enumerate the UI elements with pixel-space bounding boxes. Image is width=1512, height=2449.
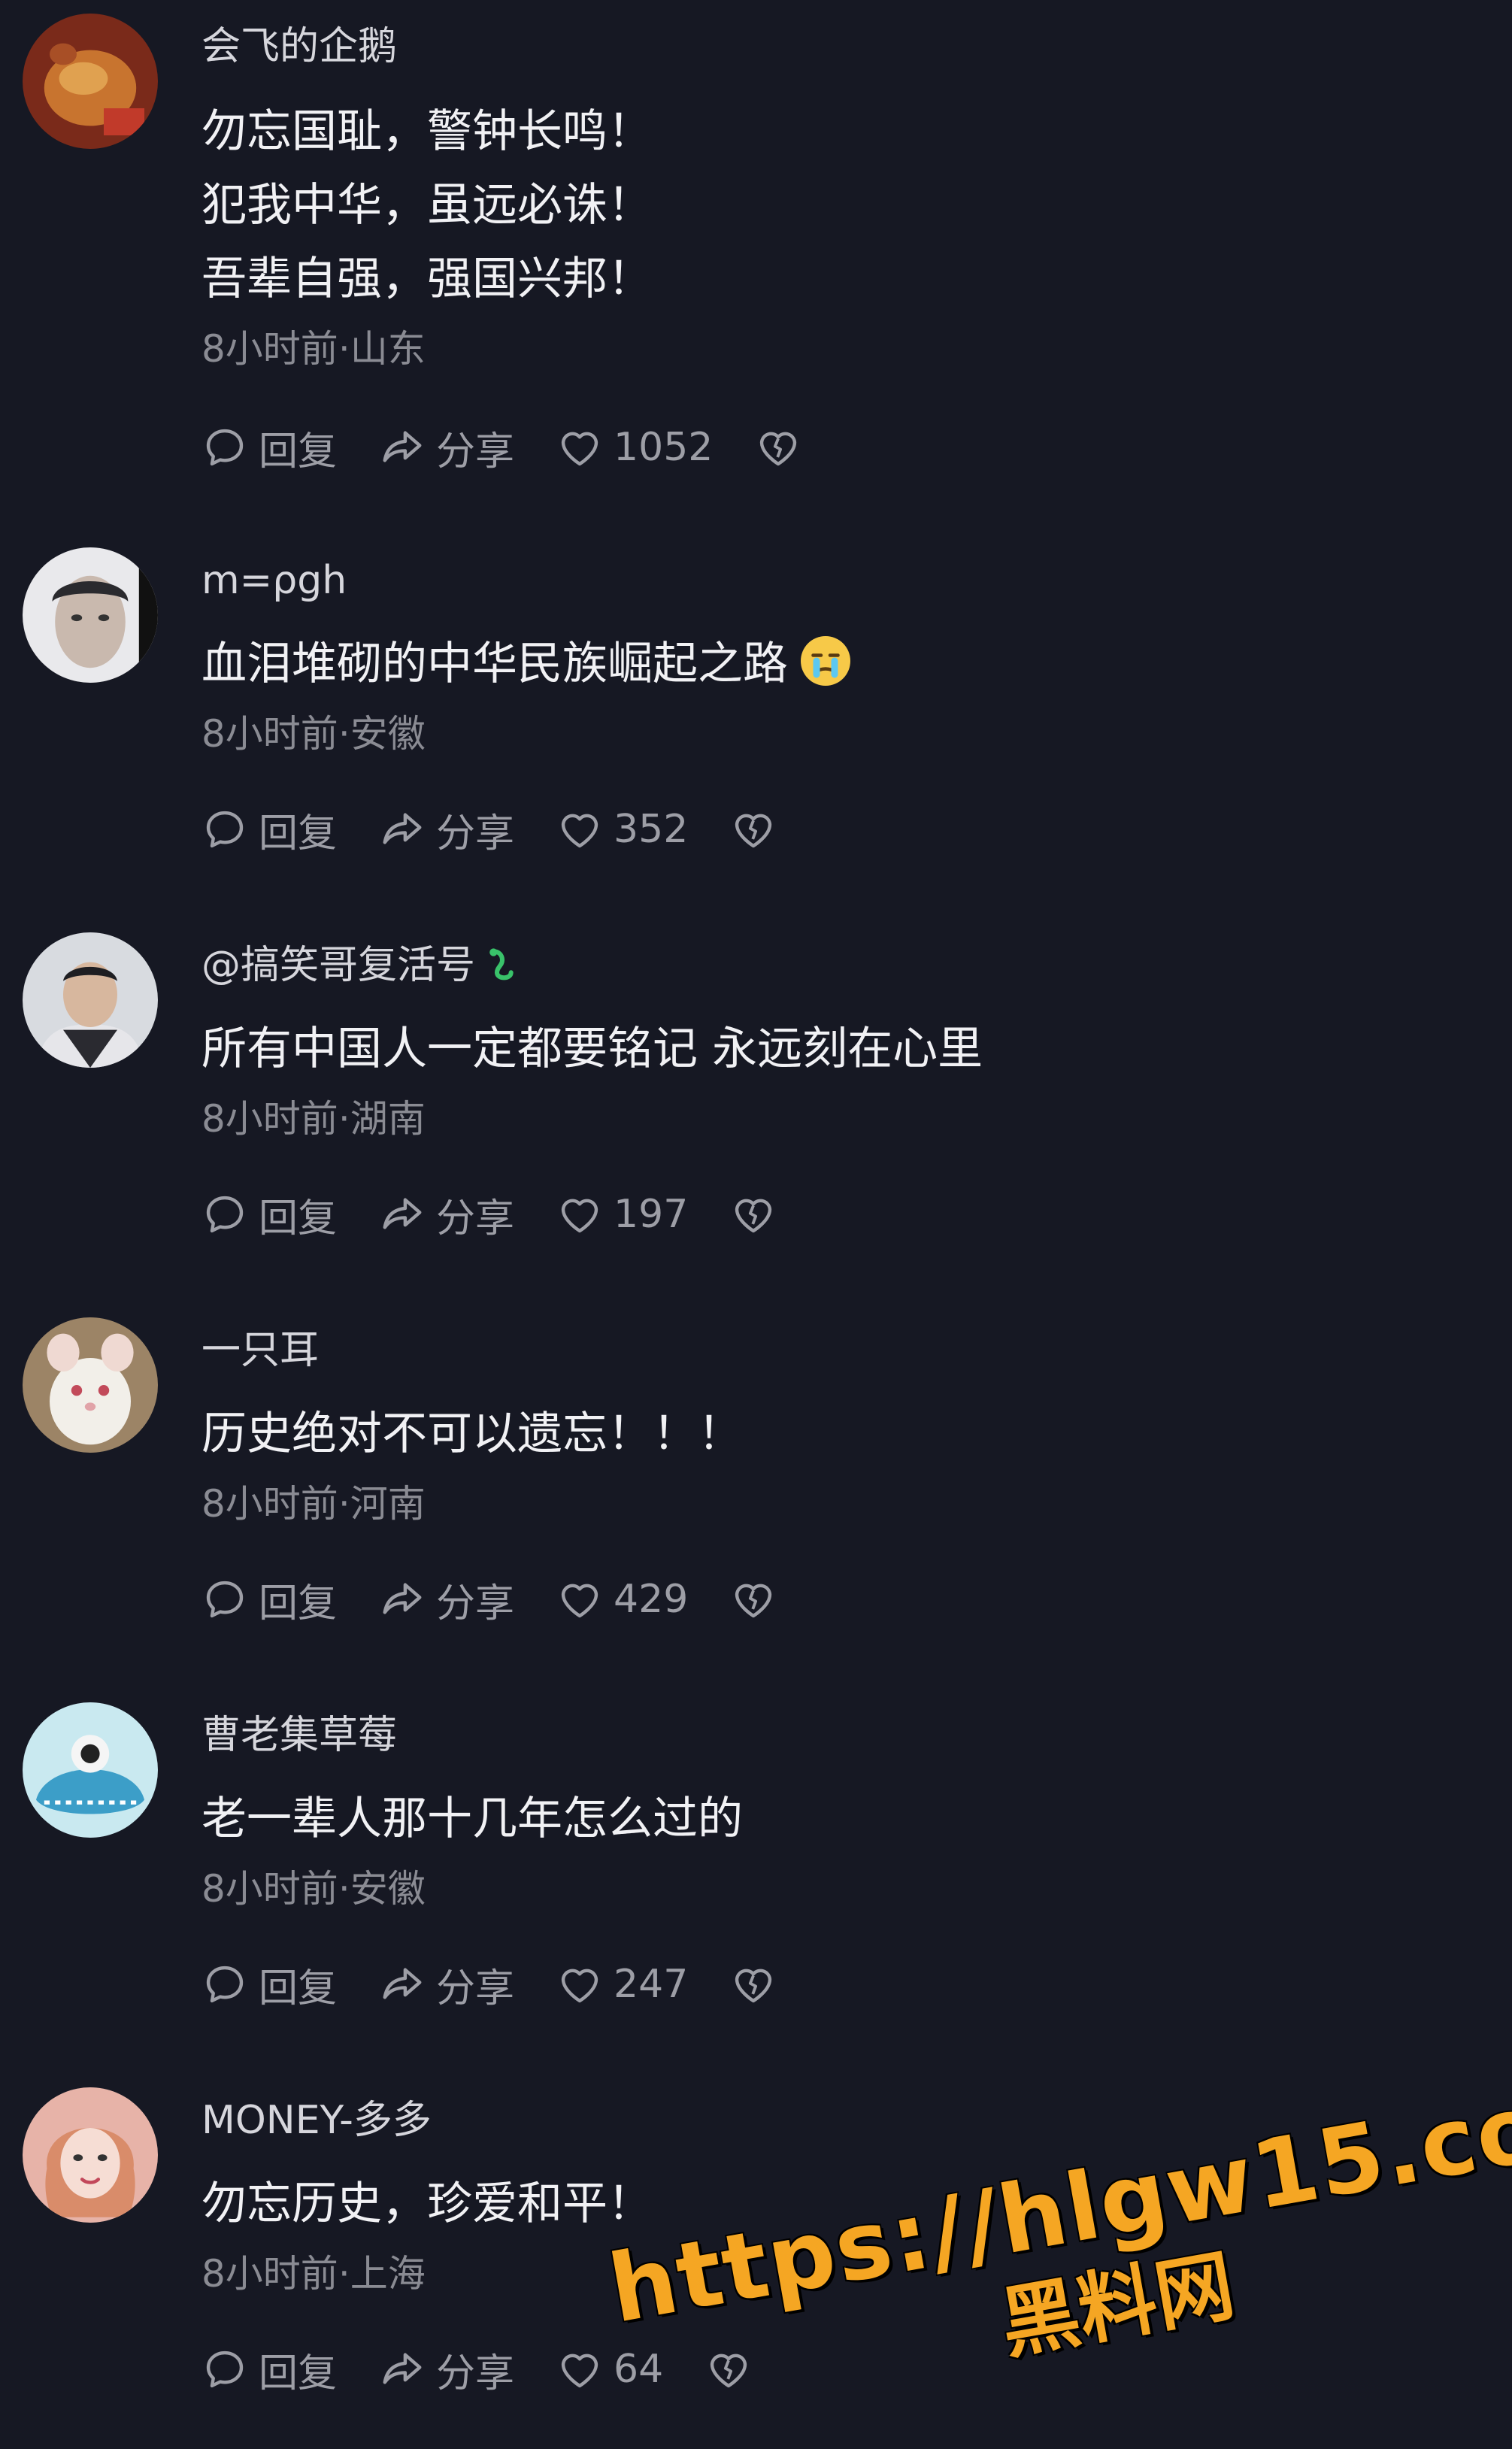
heart-icon [561, 2354, 598, 2388]
comment-username[interactable]: 会飞的企鹅 [201, 14, 1480, 80]
comment-meta: 8小时前·山东 [201, 327, 426, 371]
broken-heart-icon [735, 1199, 772, 1233]
reply-button[interactable]: 回复 [201, 1956, 337, 2013]
share-arrow-icon [383, 2353, 422, 2384]
avatar[interactable] [23, 932, 158, 1068]
comment-text-line: 勿忘国耻，警钟长鸣！ [201, 105, 653, 158]
share-button[interactable]: 分享 [379, 420, 514, 476]
heart-icon [561, 814, 598, 848]
share-button[interactable]: 分享 [379, 2341, 514, 2398]
comment-actions: 回复 分享 247 [201, 1950, 819, 2018]
like-count: 197 [614, 1192, 689, 1237]
comment-username[interactable]: 一只耳 [201, 1317, 1480, 1384]
avatar[interactable] [23, 1702, 158, 1838]
chinchilla-avatar-icon [23, 1317, 158, 1453]
like-count: 352 [614, 807, 689, 852]
broken-heart-icon [735, 1969, 772, 2003]
reply-bubble-icon [206, 429, 244, 466]
share-button[interactable]: 分享 [379, 1572, 514, 1628]
comment-actions: 回复 分享 1052 [201, 414, 844, 481]
comment-username[interactable]: 曹老集草莓 [201, 1702, 1480, 1769]
reply-bubble-icon [206, 2350, 244, 2388]
share-button[interactable]: 分享 [379, 1187, 514, 1243]
reply-button[interactable]: 回复 [201, 1187, 337, 1243]
share-arrow-icon [383, 431, 422, 462]
like-button[interactable]: 247 [556, 1961, 688, 2008]
comment-meta: 8小时前·河南 [201, 1482, 426, 1526]
like-button[interactable]: 1052 [556, 424, 713, 471]
avatar[interactable] [23, 2087, 158, 2223]
alien-ufo-avatar-icon [23, 1702, 158, 1838]
comment-text-line: 历史绝对不可以遗忘！！！ [201, 1408, 743, 1460]
like-button[interactable]: 64 [556, 2346, 663, 2393]
share-button[interactable]: 分享 [379, 802, 514, 858]
reply-bubble-icon [206, 1966, 244, 2003]
heart-icon [561, 1199, 598, 1233]
comment-meta: 8小时前·安徽 [201, 712, 426, 756]
comment-text-line: 吾辈自强，强国兴邦！ [201, 253, 653, 305]
like-count: 64 [614, 2347, 664, 2392]
dislike-button[interactable] [730, 806, 777, 853]
reply-button[interactable]: 回复 [201, 2341, 337, 2398]
comment-username[interactable]: m=ρgh [201, 547, 1480, 614]
share-arrow-icon [383, 1968, 422, 1999]
dislike-button[interactable] [730, 1961, 777, 2008]
heart-icon [561, 1969, 598, 2003]
broken-heart-icon [735, 814, 772, 848]
dislike-button[interactable] [755, 424, 801, 471]
reply-bubble-icon [206, 1196, 244, 1233]
heart-icon [561, 432, 598, 466]
person-avatar-icon [23, 932, 158, 1068]
avatar[interactable] [23, 1317, 158, 1453]
comment-username[interactable]: @搞笑哥复活号 [201, 932, 1480, 999]
like-button[interactable]: 197 [556, 1191, 688, 1238]
dislike-button[interactable] [730, 1576, 777, 1623]
dislike-button[interactable] [705, 2346, 752, 2393]
like-count: 247 [614, 1962, 689, 2007]
share-arrow-icon [383, 1198, 422, 1229]
avatar[interactable] [23, 14, 158, 149]
reply-button[interactable]: 回复 [201, 802, 337, 858]
broken-heart-icon [711, 2354, 747, 2388]
comment-text-line: 血泪堆砌的中华民族崛起之路 [201, 627, 1480, 701]
reply-bubble-icon [206, 811, 244, 848]
like-count: 1052 [614, 425, 714, 470]
comment-meta: 8小时前·上海 [201, 2252, 426, 2296]
like-button[interactable]: 429 [556, 1576, 688, 1623]
like-count: 429 [614, 1577, 689, 1622]
comment-text-line: 犯我中华，虽远必诛！ [201, 179, 653, 232]
share-button[interactable]: 分享 [379, 1956, 514, 2013]
comment-actions: 回复 分享 197 [201, 1181, 819, 1248]
comment-actions: 回复 分享 352 [201, 796, 819, 863]
share-arrow-icon [383, 1583, 422, 1614]
reply-bubble-icon [206, 1581, 244, 1618]
broken-heart-icon [760, 432, 797, 466]
reply-button[interactable]: 回复 [201, 1572, 337, 1628]
comment-meta: 8小时前·安徽 [201, 1867, 426, 1911]
snake-badge-icon [489, 948, 514, 981]
comment-actions: 回复 分享 64 [201, 2335, 794, 2403]
roast-chicken-avatar-icon [23, 14, 158, 149]
comment-meta: 8小时前·湖南 [201, 1097, 426, 1141]
like-button[interactable]: 352 [556, 806, 688, 853]
broken-heart-icon [735, 1584, 772, 1618]
dislike-button[interactable] [730, 1191, 777, 1238]
avatar[interactable] [23, 547, 158, 683]
comment-actions: 回复 分享 429 [201, 1565, 819, 1633]
comment-username[interactable]: MONEY-多多 [201, 2087, 1480, 2153]
reply-button[interactable]: 回复 [201, 420, 337, 476]
heart-icon [561, 1584, 598, 1618]
crying-face-icon [801, 636, 850, 686]
comment-text-line: 勿忘历史，珍爱和平！ [201, 2178, 653, 2230]
comment-text-line: 所有中国人一定都要铭记 永远刻在心里 [201, 1023, 983, 1075]
share-arrow-icon [383, 813, 422, 844]
person-avatar-icon [23, 547, 158, 683]
comment-text-line: 老一辈人那十几年怎么过的 [201, 1793, 743, 1845]
girl-avatar-icon [23, 2087, 158, 2223]
